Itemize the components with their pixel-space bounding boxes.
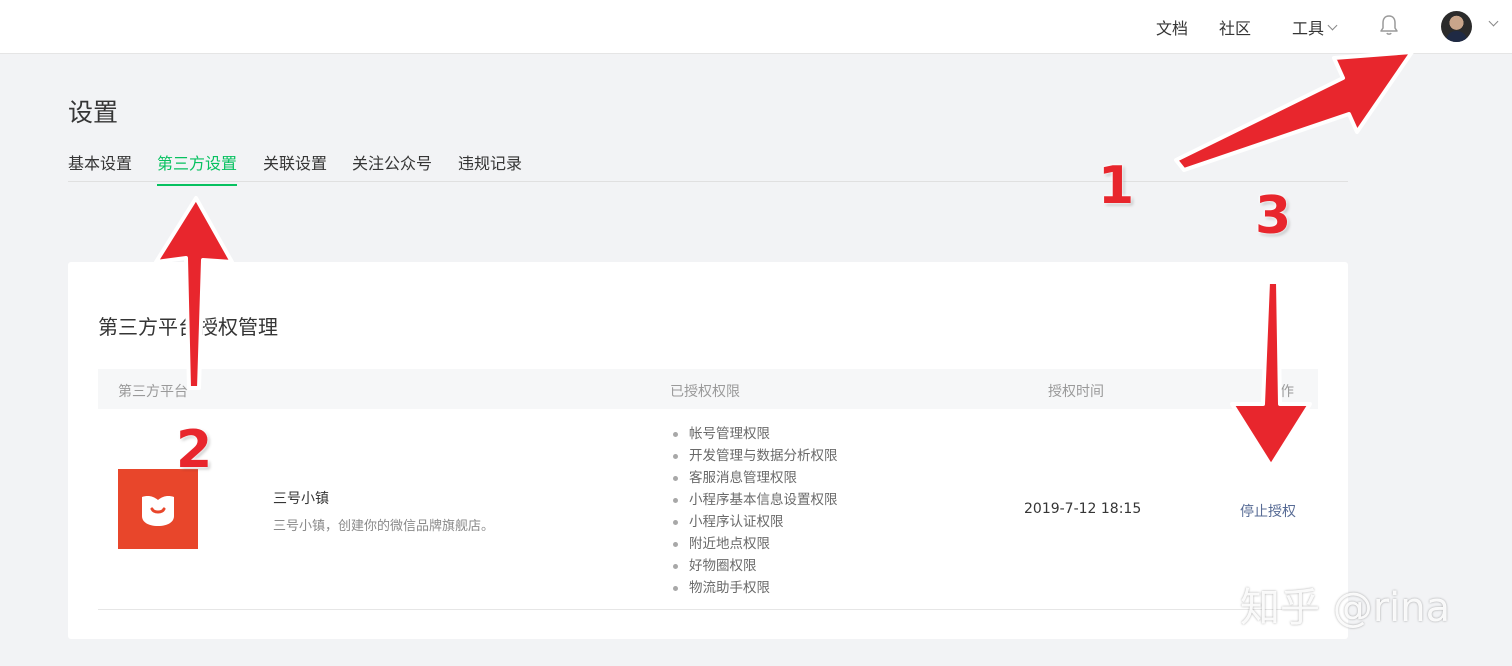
permission-list: 帐号管理权限 开发管理与数据分析权限 客服消息管理权限 小程序基本信息设置权限 …	[672, 423, 838, 599]
chevron-down-icon	[1327, 20, 1338, 30]
list-item: 物流助手权限	[672, 577, 838, 599]
tab-linked-settings[interactable]: 关联设置	[263, 150, 327, 184]
column-header-auth-time: 授权时间	[1048, 384, 1104, 400]
annotation-label-1: 1	[1098, 156, 1135, 216]
list-item: 附近地点权限	[672, 533, 838, 555]
list-item: 小程序基本信息设置权限	[672, 489, 838, 511]
open-box-icon	[142, 496, 174, 526]
avatar[interactable]	[1441, 11, 1472, 42]
list-item: 客服消息管理权限	[672, 467, 838, 489]
app-description: 三号小镇，创建你的微信品牌旗舰店。	[273, 519, 495, 534]
chevron-down-icon[interactable]	[1488, 16, 1499, 27]
app-name: 三号小镇	[273, 491, 329, 507]
tab-follow-official-account[interactable]: 关注公众号	[352, 150, 432, 184]
list-item: 开发管理与数据分析权限	[672, 445, 838, 467]
watermark: 知乎 @rina	[1240, 585, 1451, 631]
table-row: 三号小镇 三号小镇，创建你的微信品牌旗舰店。 帐号管理权限 开发管理与数据分析权…	[98, 409, 1318, 610]
tab-violation-records[interactable]: 违规记录	[458, 150, 522, 184]
nav-tools[interactable]: 工具	[1292, 0, 1338, 54]
annotation-label-3: 3	[1255, 186, 1292, 246]
app-logo	[118, 469, 198, 549]
column-header-platform: 第三方平台	[118, 384, 188, 400]
card-title: 第三方平台授权管理	[98, 315, 278, 339]
third-party-auth-card: 第三方平台授权管理 第三方平台 已授权权限 授权时间 操作 三号小镇 三号小镇，…	[68, 262, 1348, 639]
column-header-action: 操作	[1266, 384, 1294, 400]
auth-time: 2019-7-12 18:15	[1024, 501, 1142, 517]
list-item: 小程序认证权限	[672, 511, 838, 533]
settings-tabs: 基本设置 第三方设置 关联设置 关注公众号 违规记录	[68, 148, 1348, 186]
bell-icon[interactable]	[1378, 13, 1400, 37]
table-header: 第三方平台 已授权权限 授权时间 操作	[98, 369, 1318, 409]
tab-basic-settings[interactable]: 基本设置	[68, 150, 132, 184]
column-header-permissions: 已授权权限	[670, 384, 740, 400]
tab-third-party-settings[interactable]: 第三方设置	[157, 150, 238, 186]
list-item: 好物圈权限	[672, 555, 838, 577]
top-bar: 文档 社区 工具	[0, 0, 1512, 54]
page-title: 设置	[68, 98, 119, 127]
list-item: 帐号管理权限	[672, 423, 838, 445]
nav-community[interactable]: 社区	[1219, 0, 1251, 54]
annotation-label-2: 2	[176, 420, 213, 480]
nav-docs[interactable]: 文档	[1156, 0, 1188, 54]
revoke-authorization-link[interactable]: 停止授权	[1240, 501, 1296, 521]
nav-tools-label: 工具	[1292, 19, 1325, 38]
